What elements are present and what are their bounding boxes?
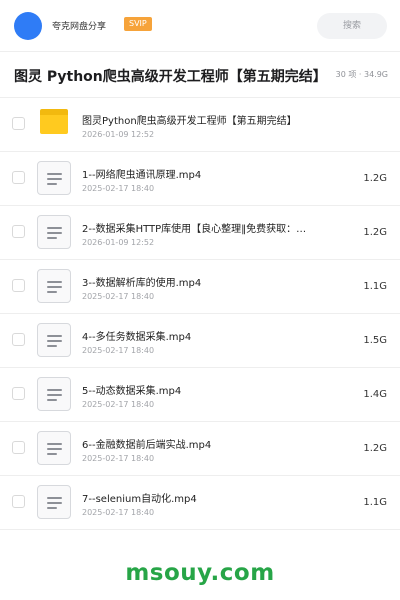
document-icon <box>37 215 71 249</box>
file-name: 图灵Python爬虫高级开发工程师【第五期完结】 <box>82 116 297 127</box>
file-date: 2026-01-09 12:52 <box>82 130 155 139</box>
file-name: 7--selenium自动化.mp4 <box>82 494 197 505</box>
select-checkbox[interactable] <box>12 387 25 400</box>
file-date: 2025-02-17 18:40 <box>82 346 155 355</box>
file-name: 1--网络爬虫通讯原理.mp4 <box>82 170 202 181</box>
document-icon <box>37 161 71 195</box>
file-size: 1.2G <box>363 443 387 454</box>
file-size: 1.5G <box>363 335 387 346</box>
list-item[interactable]: 1--网络爬虫通讯原理.mp4 2025-02-17 18:40 1.2G <box>0 152 400 206</box>
list-item[interactable]: 图灵Python爬虫高级开发工程师【第五期完结】 2026-01-09 12:5… <box>0 98 400 152</box>
file-date: 2025-02-17 18:40 <box>82 400 155 409</box>
file-name: 5--动态数据采集.mp4 <box>82 386 182 397</box>
file-size: 1.1G <box>363 281 387 292</box>
sharer-name: 夸克网盘分享 <box>52 22 107 32</box>
file-name: 3--数据解析库的使用.mp4 <box>82 278 202 289</box>
search-input[interactable]: 搜索 <box>317 13 387 39</box>
select-checkbox[interactable] <box>12 225 25 238</box>
file-date: 2026-01-09 12:52 <box>82 238 155 247</box>
file-size: 1.4G <box>363 389 387 400</box>
watermark: msouy.com <box>125 560 275 586</box>
file-size: 1.2G <box>363 173 387 184</box>
page-title: 图灵 Python爬虫高级开发工程师【第五期完结】 <box>14 69 327 85</box>
list-item[interactable]: 2--数据采集HTTP库使用【良心整理‖免费获取：… 2026-01-09 12… <box>0 206 400 260</box>
list-item[interactable]: 6--金融数据前后端实战.mp4 2025-02-17 18:40 1.2G <box>0 422 400 476</box>
document-icon <box>37 377 71 411</box>
select-checkbox[interactable] <box>12 117 25 130</box>
file-size: 1.1G <box>363 497 387 508</box>
file-count-summary: 30 项 · 34.9G <box>333 69 388 80</box>
list-item[interactable]: 3--数据解析库的使用.mp4 2025-02-17 18:40 1.1G <box>0 260 400 314</box>
file-name: 4--多任务数据采集.mp4 <box>82 332 192 343</box>
file-date: 2025-02-17 18:40 <box>82 184 155 193</box>
folder-icon <box>37 107 71 141</box>
list-item[interactable]: 7--selenium自动化.mp4 2025-02-17 18:40 1.1G <box>0 476 400 530</box>
app-header: 夸克网盘分享 SVIP 搜索 <box>0 0 400 52</box>
file-size: 1.2G <box>363 227 387 238</box>
list-item[interactable]: 5--动态数据采集.mp4 2025-02-17 18:40 1.4G <box>0 368 400 422</box>
folder-title-bar: 图灵 Python爬虫高级开发工程师【第五期完结】 30 项 · 34.9G <box>0 52 400 98</box>
file-date: 2025-02-17 18:40 <box>82 454 155 463</box>
select-checkbox[interactable] <box>12 279 25 292</box>
file-date: 2025-02-17 18:40 <box>82 508 155 517</box>
avatar[interactable] <box>14 12 42 40</box>
document-icon <box>37 485 71 519</box>
svip-badge: SVIP <box>124 17 152 31</box>
list-item[interactable]: 4--多任务数据采集.mp4 2025-02-17 18:40 1.5G <box>0 314 400 368</box>
select-checkbox[interactable] <box>12 171 25 184</box>
select-checkbox[interactable] <box>12 495 25 508</box>
file-name: 6--金融数据前后端实战.mp4 <box>82 440 212 451</box>
file-date: 2025-02-17 18:40 <box>82 292 155 301</box>
document-icon <box>37 431 71 465</box>
document-icon <box>37 269 71 303</box>
file-list: 图灵Python爬虫高级开发工程师【第五期完结】 2026-01-09 12:5… <box>0 98 400 530</box>
file-name: 2--数据采集HTTP库使用【良心整理‖免费获取：… <box>82 224 307 235</box>
select-checkbox[interactable] <box>12 441 25 454</box>
document-icon <box>37 323 71 357</box>
select-checkbox[interactable] <box>12 333 25 346</box>
